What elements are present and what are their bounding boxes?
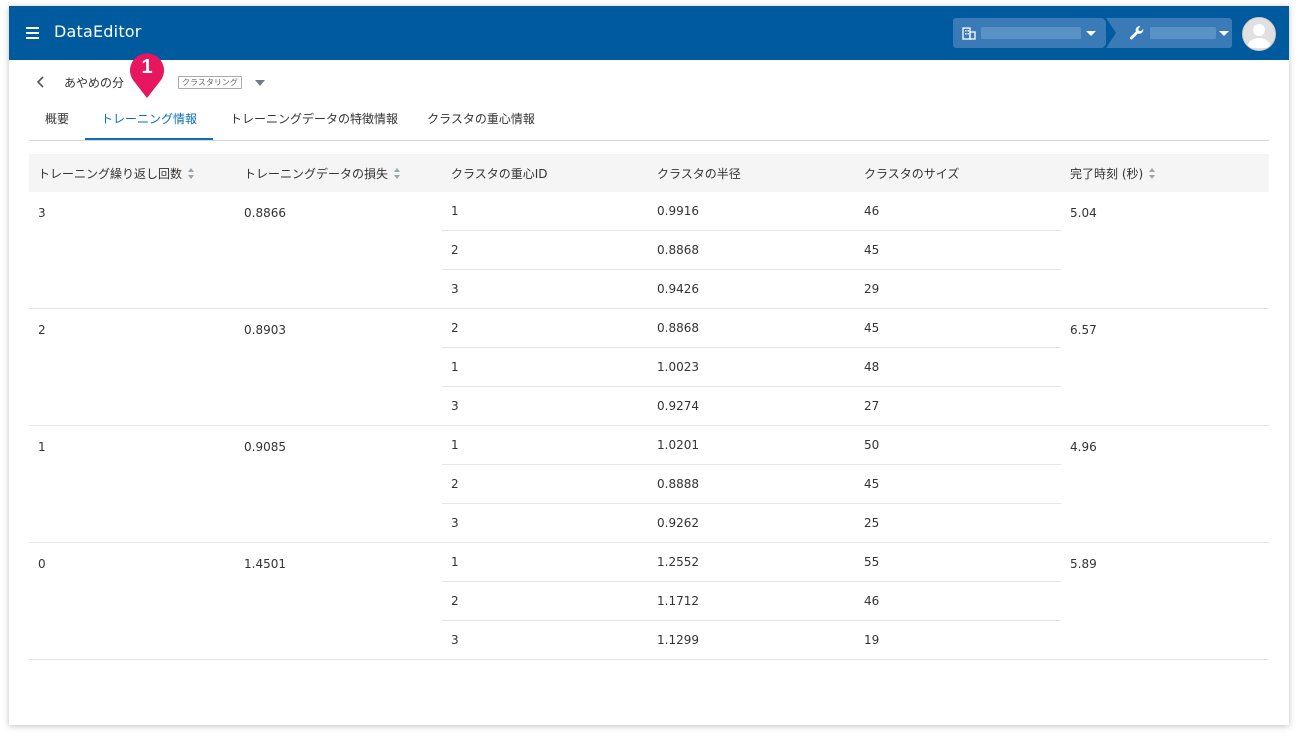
- tab-cluster-centroids[interactable]: クラスタの重心情報: [425, 100, 537, 139]
- centroid-id-cell: 2: [442, 464, 648, 504]
- table-header-row: トレーニング繰り返し回数 トレーニングデータの損失 クラスタの重心ID クラスタ…: [29, 154, 1269, 192]
- training-info-table: トレーニング繰り返し回数 トレーニングデータの損失 クラスタの重心ID クラスタ…: [29, 154, 1269, 660]
- loss-cell: 0.8903: [235, 308, 442, 426]
- tab-training-info[interactable]: トレーニング情報: [85, 100, 213, 140]
- radius-cell: 0.8868: [648, 308, 855, 348]
- centroid-id-cell: 3: [442, 269, 648, 309]
- centroid-id-cell: 2: [442, 230, 648, 270]
- size-cell: 46: [855, 192, 1061, 231]
- size-cell: 29: [855, 269, 1061, 309]
- project-name-redacted: [1150, 27, 1216, 39]
- step-marker-label: 1: [141, 56, 153, 78]
- finish-time-cell: 5.04: [1061, 192, 1269, 309]
- organization-selector[interactable]: [953, 18, 1115, 48]
- user-avatar-icon[interactable]: [1242, 17, 1276, 51]
- iteration-cell: 0: [29, 542, 235, 660]
- tab-bar: 概要 トレーニング情報 トレーニングデータの特徴情報 クラスタの重心情報: [29, 100, 1269, 141]
- app-window: DataEditor あやめの分 クラスタリング 概要 トレーニング情報 トレー…: [9, 6, 1289, 725]
- project-selector[interactable]: [1106, 18, 1232, 48]
- table-row: 0 1.4501 1 1.2552 55 5.89: [29, 542, 1269, 660]
- radius-cell: 0.8868: [648, 230, 855, 270]
- sort-icon[interactable]: [394, 167, 401, 179]
- centroid-id-cell: 1: [442, 425, 648, 465]
- size-cell: 50: [855, 425, 1061, 465]
- radius-cell: 0.9274: [648, 386, 855, 426]
- finish-time-cell: 4.96: [1061, 425, 1269, 543]
- centroid-id-cell: 2: [442, 581, 648, 621]
- column-header-size: クラスタのサイズ: [855, 154, 1061, 192]
- size-cell: 48: [855, 347, 1061, 387]
- size-cell: 45: [855, 230, 1061, 270]
- radius-cell: 1.0201: [648, 425, 855, 465]
- sort-icon[interactable]: [1149, 167, 1156, 179]
- radius-cell: 1.1712: [648, 581, 855, 621]
- size-cell: 25: [855, 503, 1061, 543]
- size-cell: 55: [855, 542, 1061, 582]
- table-row: 1 0.9085 1 1.0201 50 4.96: [29, 425, 1269, 543]
- column-header-finish-time[interactable]: 完了時刻 (秒): [1061, 154, 1269, 192]
- radius-cell: 0.8888: [648, 464, 855, 504]
- column-header-loss[interactable]: トレーニングデータの損失: [235, 154, 442, 192]
- radius-cell: 0.9426: [648, 269, 855, 309]
- radius-cell: 0.9916: [648, 192, 855, 231]
- caret-down-icon[interactable]: [255, 80, 265, 86]
- step-marker: 1: [127, 50, 167, 100]
- wrench-icon: [1129, 26, 1144, 40]
- centroid-id-cell: 1: [442, 192, 648, 231]
- finish-time-cell: 6.57: [1061, 308, 1269, 426]
- column-header-iteration[interactable]: トレーニング繰り返し回数: [29, 154, 235, 192]
- size-cell: 45: [855, 308, 1061, 348]
- iteration-cell: 3: [29, 192, 235, 309]
- radius-cell: 1.2552: [648, 542, 855, 582]
- size-cell: 19: [855, 620, 1061, 660]
- centroid-id-cell: 3: [442, 503, 648, 543]
- finish-time-cell: 5.89: [1061, 542, 1269, 660]
- tab-training-data-features[interactable]: トレーニングデータの特徴情報: [227, 100, 401, 139]
- centroid-id-cell: 1: [442, 542, 648, 582]
- app-bar: DataEditor: [9, 6, 1289, 60]
- table-row: 3 0.8866 1 0.9916 46 5.04: [29, 192, 1269, 309]
- organization-name-redacted: [981, 27, 1081, 39]
- column-header-radius: クラスタの半径: [648, 154, 855, 192]
- size-cell: 46: [855, 581, 1061, 621]
- chevron-down-icon: [1219, 31, 1229, 36]
- loss-cell: 1.4501: [235, 542, 442, 660]
- iteration-cell: 1: [29, 425, 235, 543]
- model-type-badge: クラスタリング: [178, 76, 242, 89]
- radius-cell: 0.9262: [648, 503, 855, 543]
- app-title: DataEditor: [54, 22, 142, 41]
- centroid-id-cell: 3: [442, 620, 648, 660]
- chevron-left-icon[interactable]: [33, 74, 49, 90]
- centroid-id-cell: 2: [442, 308, 648, 348]
- hamburger-menu-icon[interactable]: [23, 23, 43, 43]
- iteration-cell: 2: [29, 308, 235, 426]
- table-row: 2 0.8903 2 0.8868 45 6.57: [29, 308, 1269, 426]
- loss-cell: 0.8866: [235, 192, 442, 309]
- column-header-centroid-id: クラスタの重心ID: [442, 154, 648, 192]
- sort-icon[interactable]: [188, 167, 195, 179]
- centroid-id-cell: 1: [442, 347, 648, 387]
- model-name: あやめの分: [64, 76, 125, 90]
- tab-overview[interactable]: 概要: [29, 100, 85, 139]
- size-cell: 45: [855, 464, 1061, 504]
- radius-cell: 1.1299: [648, 620, 855, 660]
- radius-cell: 1.0023: [648, 347, 855, 387]
- size-cell: 27: [855, 386, 1061, 426]
- loss-cell: 0.9085: [235, 425, 442, 543]
- chevron-down-icon: [1086, 31, 1096, 36]
- building-icon: [962, 27, 976, 40]
- centroid-id-cell: 3: [442, 386, 648, 426]
